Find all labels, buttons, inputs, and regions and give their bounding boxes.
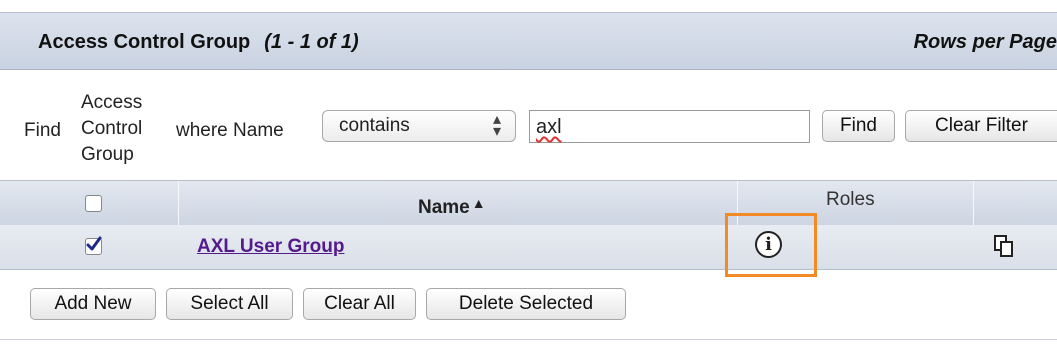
where-label: where Name: [176, 120, 284, 141]
operator-select-value: contains: [339, 115, 410, 136]
find-label: Find: [24, 120, 61, 141]
table-header-row: Name ▲ Roles: [0, 180, 1057, 226]
rows-per-page-label: Rows per Page: [913, 31, 1057, 53]
delete-selected-button[interactable]: Delete Selected: [426, 288, 626, 320]
column-header-roles: Roles: [826, 189, 875, 210]
add-new-button[interactable]: Add New: [30, 288, 156, 320]
column-header-name-label: Name: [418, 197, 470, 218]
search-input-value: axl: [536, 116, 562, 138]
operator-select[interactable]: contains ▴ ▾: [322, 110, 516, 142]
roles-highlight-box: [725, 213, 817, 277]
search-filter-row: Find Access Control Group where Name con…: [0, 70, 1057, 180]
find-button[interactable]: Find: [822, 110, 895, 142]
list-title: Access Control Group (1 - 1 of 1): [38, 31, 359, 54]
row-checkbox[interactable]: [85, 236, 102, 255]
search-field-label: Access Control Group: [81, 92, 143, 165]
column-divider: [973, 181, 974, 226]
divider: [0, 339, 1057, 340]
select-arrows-icon: ▴ ▾: [492, 111, 501, 140]
clear-filter-button[interactable]: Clear Filter: [905, 110, 1057, 142]
sort-ascending-icon: ▲: [471, 195, 486, 211]
select-all-button[interactable]: Select All: [166, 288, 293, 320]
record-range: (1 - 1 of 1): [264, 31, 359, 53]
column-divider: [178, 181, 179, 226]
copy-icon[interactable]: [993, 234, 1015, 258]
list-title-text: Access Control Group: [38, 31, 251, 53]
clear-all-button[interactable]: Clear All: [303, 288, 416, 320]
checkmark-icon: [86, 236, 102, 251]
select-all-checkbox[interactable]: [85, 195, 102, 212]
group-name-link[interactable]: AXL User Group: [197, 236, 344, 258]
column-header-name[interactable]: Name ▲: [418, 195, 486, 219]
list-header-bar: Access Control Group (1 - 1 of 1) Rows pe…: [0, 12, 1057, 70]
search-input[interactable]: axl: [529, 110, 810, 143]
table-row: AXL User Group i: [0, 225, 1057, 270]
